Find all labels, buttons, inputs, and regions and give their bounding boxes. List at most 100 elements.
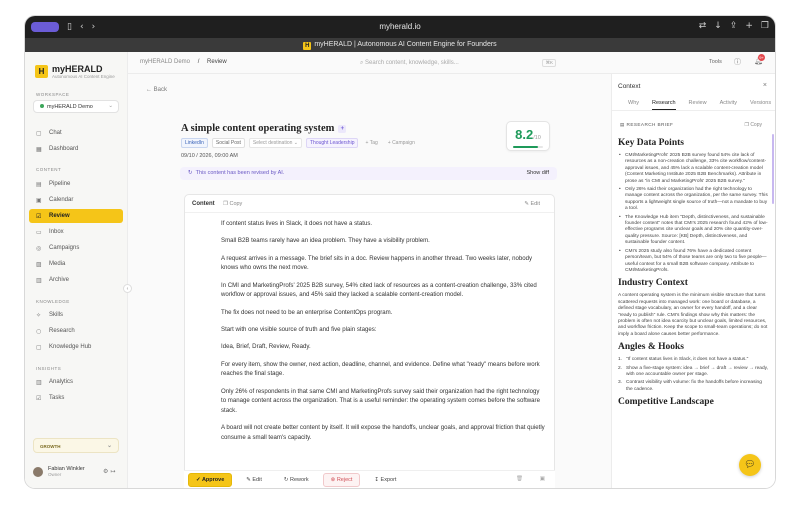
paragraph: A board will not create better content b… — [221, 424, 545, 441]
new-tab-icon[interactable]: + — [745, 21, 753, 31]
close-icon[interactable]: × — [763, 82, 767, 89]
tab-activity[interactable]: Activity — [720, 97, 737, 110]
user-role: Owner — [48, 472, 62, 477]
sidebar-item-skills[interactable]: ✧ Skills — [29, 308, 123, 322]
chevron-down-icon: ⌄ — [108, 103, 113, 109]
platform-tag[interactable]: LinkedIn — [181, 138, 208, 148]
content-title[interactable]: A simple content operating system — [181, 123, 334, 134]
growth-plan-card[interactable]: GROWTH ⌄ — [33, 438, 119, 453]
tab-versions[interactable]: Versions — [750, 97, 771, 110]
expand-icon[interactable]: ▣ — [540, 476, 545, 482]
panel-copy-button[interactable]: ❐ Copy — [744, 122, 762, 128]
favicon-logo: H — [303, 42, 312, 50]
content-tags: LinkedIn Social Post Select destination … — [181, 138, 418, 148]
add-tag-button[interactable]: + Tag — [362, 139, 380, 147]
address-bar[interactable]: myherald.io — [25, 22, 775, 31]
sidebar-item-pipeline[interactable]: ▤ Pipeline — [29, 177, 123, 191]
type-tag[interactable]: Social Post — [211, 138, 245, 148]
logout-icon[interactable]: ↦ — [110, 468, 115, 475]
rework-label: Rework — [290, 476, 309, 483]
schedule-date[interactable]: 09/10 / 2026, 09:00 AM — [181, 153, 238, 159]
sidebar-item-chat[interactable]: ▢ Chat — [29, 126, 123, 140]
action-bar: ✓ Approve ✎ Edit ↻ Rework ⊗ Reject ↧ Exp… — [184, 470, 555, 488]
show-diff-button[interactable]: Show diff — [526, 170, 549, 176]
sidebar-item-media[interactable]: ▨ Media — [29, 257, 123, 271]
search-shortcut: ⌘K — [542, 59, 556, 67]
tab-review[interactable]: Review — [689, 97, 707, 110]
reject-label: Reject — [336, 476, 353, 483]
content-card: Content ❐ Copy ✎ Edit If content status … — [184, 194, 555, 484]
top-bar: myHERALD Demo / Review ⌕ Search content,… — [128, 52, 775, 74]
edit-link[interactable]: ✎ Edit — [524, 201, 540, 207]
paragraph: For every item, show the owner, next act… — [221, 360, 540, 378]
sidebar-item-label: Archive — [49, 277, 70, 283]
edit-button[interactable]: ✎ Edit — [238, 473, 270, 487]
divider — [185, 212, 554, 213]
sidebar-item-calendar[interactable]: ▣ Calendar — [29, 193, 123, 207]
chat-bubble-button[interactable]: 💬︎ — [739, 454, 761, 476]
user-profile[interactable]: Fabian Winkler Owner ⚙ ↦ — [33, 466, 115, 477]
section-heading: Competitive Landscape — [618, 397, 714, 408]
section-heading: Key Data Points — [618, 138, 684, 148]
list-item: The Knowledge Hub item "Depth, distincti… — [618, 215, 768, 247]
list-item-text: Show a five-stage system: idea → brief →… — [626, 365, 769, 377]
approve-button[interactable]: ✓ Approve — [188, 472, 233, 487]
paragraph: The fix does not need to be an enterpris… — [221, 308, 393, 316]
content-body[interactable]: If content status lives in Slack, it doe… — [221, 219, 546, 450]
breadcrumb-root[interactable]: myHERALD Demo — [140, 59, 190, 65]
research-brief-label: ▤ RESEARCH BRIEF — [620, 122, 673, 128]
copy-button[interactable]: ❐ Copy — [223, 201, 242, 207]
trash-icon[interactable]: 🗑︎ — [516, 476, 523, 482]
category-tag[interactable]: Thought Leadership — [306, 138, 359, 148]
help-icon[interactable]: ⓘ — [734, 57, 741, 67]
tab-why[interactable]: Why — [628, 97, 639, 110]
media-icon: ▨ — [36, 260, 42, 268]
sidebar-item-analytics[interactable]: ▥ Analytics — [29, 375, 123, 389]
add-campaign-button[interactable]: + Campaign — [385, 139, 418, 147]
score-max: /10 — [533, 135, 541, 141]
sidebar-item-label: Tasks — [49, 395, 65, 401]
sidebar-item-dashboard[interactable]: ▦ Dashboard — [29, 142, 123, 156]
download-icon[interactable]: ↓ — [714, 21, 722, 31]
tab-research[interactable]: Research — [652, 97, 676, 110]
tabs-overview-icon[interactable]: ❐ — [761, 21, 769, 31]
gear-icon[interactable]: ⚙ — [103, 468, 108, 475]
panel-scrollbar[interactable] — [772, 134, 774, 204]
destination-select[interactable]: Select destination ⌄ — [248, 138, 302, 148]
search-input[interactable]: ⌕ Search content, knowledge, skills... ⌘… — [352, 57, 562, 69]
add-title-button[interactable]: + — [338, 125, 347, 133]
score-bar — [513, 146, 543, 148]
export-button[interactable]: ↧ Export — [366, 473, 404, 487]
app-shell: H myHERALD Autonomous AI Content Engine … — [25, 52, 775, 488]
edit-label: Edit — [252, 476, 262, 483]
sidebar: H myHERALD Autonomous AI Content Engine … — [25, 52, 128, 488]
sidebar-item-campaigns[interactable]: ◎ Campaigns — [29, 241, 123, 255]
sidebar-item-archive[interactable]: ▥ Archive — [29, 273, 123, 287]
sidebar-item-research[interactable]: ○ Research — [29, 324, 123, 338]
paragraph: Small B2B teams rarely have an idea prob… — [221, 237, 430, 245]
back-link[interactable]: ← Back — [146, 87, 167, 93]
sidebar-item-review[interactable]: ☑ Review — [29, 209, 123, 223]
sidebar-item-inbox[interactable]: ▭ Inbox — [29, 225, 123, 239]
sidebar-item-tasks[interactable]: ☑ Tasks — [29, 391, 123, 405]
workspace-selector[interactable]: myHERALD Demo ⌄ — [33, 100, 119, 113]
skills-icon: ✧ — [36, 311, 42, 319]
score-bar-fill — [513, 146, 538, 148]
sidebar-item-knowledge-hub[interactable]: ▢ Knowledge Hub — [29, 340, 123, 354]
share-icon[interactable]: ⇪ — [730, 21, 738, 31]
knowledge-hub-icon: ▢ — [36, 343, 42, 351]
brand[interactable]: H myHERALD Autonomous AI Content Engine — [35, 64, 115, 79]
sidebar-item-label: Analytics — [49, 379, 74, 385]
tools-button[interactable]: Tools — [709, 59, 722, 65]
section-heading: Industry Context — [618, 278, 688, 289]
chevron-down-icon: ⌄ — [106, 443, 112, 449]
translate-icon[interactable]: ⇄ — [699, 21, 707, 31]
sidebar-item-label: Pipeline — [49, 181, 71, 187]
section-heading: Angles & Hooks — [618, 342, 684, 353]
reject-button[interactable]: ⊗ Reject — [322, 472, 361, 487]
brand-name: myHERALD — [52, 64, 103, 74]
rework-button[interactable]: ↻ Rework — [276, 473, 317, 487]
browser-window: ▯ ‹ › myherald.io ⇄ ↓ ⇪ + ❐ HmyHERALD | … — [25, 16, 775, 488]
inbox-icon: ▭ — [36, 228, 42, 236]
research-brief-content: Key Data Points CMI/MarketingProfs' 2025… — [618, 134, 768, 412]
